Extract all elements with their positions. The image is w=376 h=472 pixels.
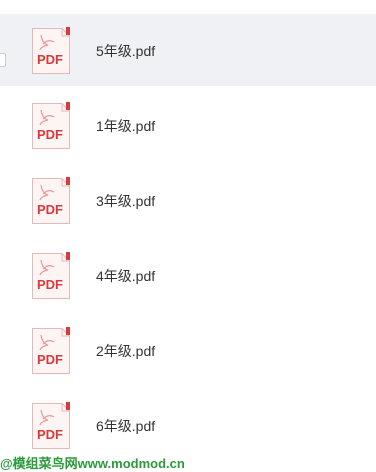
file-row-4[interactable]: PDF 4年级.pdf bbox=[0, 239, 376, 311]
pdf-file-icon: PDF bbox=[32, 177, 70, 224]
file-row-1[interactable]: PDF 1年级.pdf bbox=[0, 89, 376, 161]
file-row-6[interactable]: PDF 6年级.pdf bbox=[0, 389, 376, 461]
file-name[interactable]: 3年级.pdf bbox=[96, 193, 155, 209]
file-name[interactable]: 1年级.pdf bbox=[96, 118, 155, 134]
file-list: PDF 5年级.pdf PDF 1年级.pdf PDF 3年级.pdf PDF … bbox=[0, 0, 376, 472]
pdf-icon-label: PDF bbox=[37, 277, 63, 292]
file-row-5[interactable]: PDF 5年级.pdf bbox=[0, 14, 376, 86]
pdf-file-icon: PDF bbox=[32, 252, 70, 299]
pdf-file-icon: PDF bbox=[32, 102, 70, 149]
row-checkbox[interactable] bbox=[0, 53, 6, 67]
pdf-file-icon: PDF bbox=[32, 327, 70, 374]
pdf-icon-label: PDF bbox=[37, 127, 63, 142]
pdf-file-icon: PDF bbox=[32, 27, 70, 74]
file-name[interactable]: 2年级.pdf bbox=[96, 343, 155, 359]
pdf-icon-label: PDF bbox=[37, 427, 63, 442]
file-name[interactable]: 5年级.pdf bbox=[96, 43, 155, 59]
pdf-file-icon: PDF bbox=[32, 402, 70, 449]
pdf-icon-label: PDF bbox=[37, 202, 63, 217]
watermark: @模组菜鸟网www.modmod.cn bbox=[0, 456, 185, 471]
file-name[interactable]: 4年级.pdf bbox=[96, 268, 155, 284]
pdf-icon-label: PDF bbox=[37, 52, 63, 67]
file-row-3[interactable]: PDF 3年级.pdf bbox=[0, 164, 376, 236]
pdf-icon-label: PDF bbox=[37, 352, 63, 367]
file-name[interactable]: 6年级.pdf bbox=[96, 418, 155, 434]
file-row-2[interactable]: PDF 2年级.pdf bbox=[0, 314, 376, 386]
